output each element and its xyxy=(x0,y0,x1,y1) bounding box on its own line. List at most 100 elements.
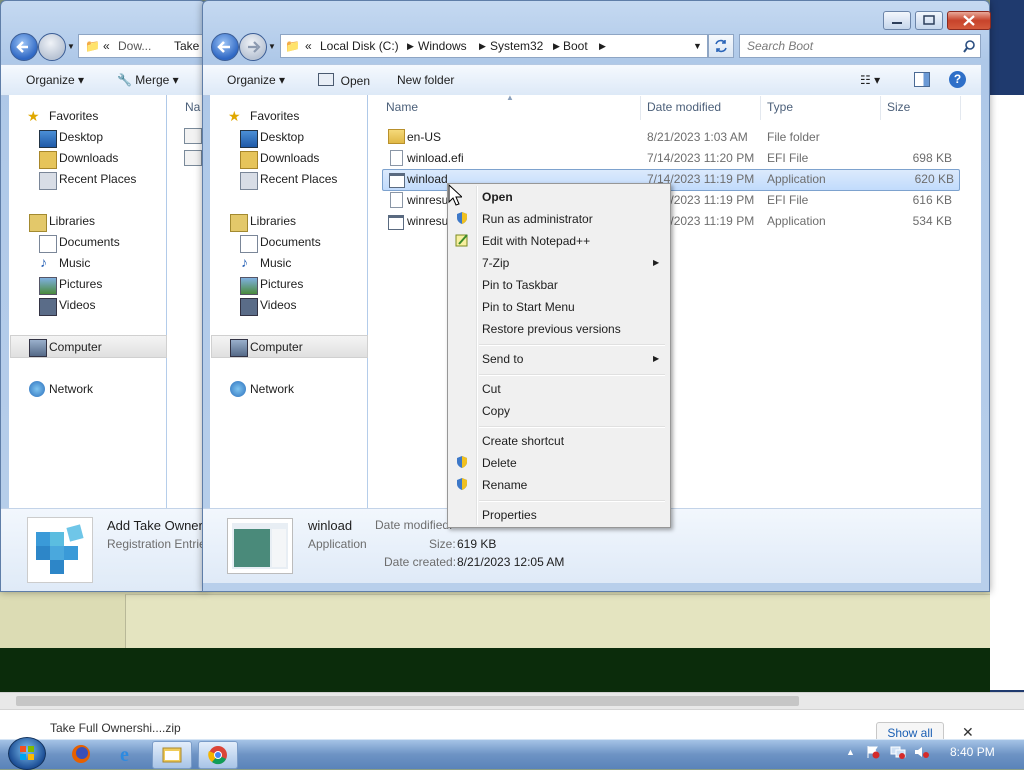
close-button[interactable] xyxy=(947,11,991,30)
browser-content-area xyxy=(0,588,990,648)
nav-libraries[interactable]: Libraries xyxy=(250,214,296,228)
menu-pin-to-taskbar[interactable]: Pin to Taskbar xyxy=(482,278,558,292)
search-box[interactable]: Search Boot xyxy=(739,34,981,58)
breadcrumb-overflow[interactable]: « xyxy=(305,39,312,53)
nav-desktop[interactable]: Desktop xyxy=(59,130,103,144)
address-dropdown-icon[interactable]: ▼ xyxy=(693,41,702,51)
horizontal-scrollbar[interactable] xyxy=(0,692,1024,710)
nav-videos[interactable]: Videos xyxy=(59,298,95,312)
open-button[interactable]: Open xyxy=(318,73,370,88)
help-icon[interactable]: ? xyxy=(949,71,966,88)
menu-pin-to-start[interactable]: Pin to Start Menu xyxy=(482,300,575,314)
nav-music[interactable]: Music xyxy=(59,256,90,270)
recent-pages-icon[interactable]: ▼ xyxy=(67,42,75,51)
menu-open[interactable]: Open xyxy=(482,190,513,204)
menu-delete[interactable]: Delete xyxy=(482,456,517,470)
nav-desktop[interactable]: Desktop xyxy=(260,130,304,144)
forward-button[interactable] xyxy=(239,33,267,61)
menu-send-to[interactable]: Send to xyxy=(482,352,523,366)
nav-pictures[interactable]: Pictures xyxy=(59,277,102,291)
file-row-en-us[interactable]: en-US 8/21/2023 1:03 AM File folder xyxy=(382,127,958,147)
nav-libraries[interactable]: Libraries xyxy=(49,214,95,228)
menu-edit-with-notepad[interactable]: Edit with Notepad++ xyxy=(482,234,590,248)
breadcrumb-take[interactable]: Take xyxy=(174,39,199,53)
column-name-back[interactable]: Na xyxy=(185,100,200,114)
breadcrumb-system32[interactable]: System32 xyxy=(490,39,543,53)
organize-button[interactable]: Organize ▾ xyxy=(227,73,285,87)
internet-explorer-taskbar-icon[interactable]: e xyxy=(108,741,146,767)
nav-network[interactable]: Network xyxy=(250,382,294,396)
network-tray-icon[interactable] xyxy=(890,745,906,759)
minimize-button[interactable] xyxy=(883,11,911,30)
nav-downloads[interactable]: Downloads xyxy=(59,151,118,165)
explorer-taskbar-icon[interactable] xyxy=(152,741,192,769)
menu-create-shortcut[interactable]: Create shortcut xyxy=(482,434,564,448)
menu-properties[interactable]: Properties xyxy=(482,508,537,522)
nav-computer[interactable]: Computer xyxy=(49,340,102,354)
action-center-flag-icon[interactable] xyxy=(866,745,880,759)
reg-file-icon[interactable] xyxy=(184,150,202,166)
menu-7zip[interactable]: 7-Zip xyxy=(482,256,509,270)
preview-pane-icon[interactable] xyxy=(914,72,930,90)
breadcrumb-overflow[interactable]: « xyxy=(103,39,110,53)
column-type[interactable]: Type xyxy=(767,100,793,114)
menu-rename[interactable]: Rename xyxy=(482,478,527,492)
nav-pictures[interactable]: Pictures xyxy=(260,277,303,291)
forward-button-back-window[interactable] xyxy=(38,33,66,61)
breadcrumb-windows[interactable]: Windows xyxy=(418,39,467,53)
column-date-modified[interactable]: Date modified xyxy=(647,100,721,114)
volume-muted-icon[interactable] xyxy=(914,745,930,759)
menu-cut[interactable]: Cut xyxy=(482,382,501,396)
file-row-winload-efi[interactable]: winload.efi 7/14/2023 11:20 PM EFI File … xyxy=(382,148,958,168)
nav-network[interactable]: Network xyxy=(49,382,93,396)
nav-videos[interactable]: Videos xyxy=(260,298,296,312)
address-bar-back[interactable]: 📁 « Dow... Take xyxy=(78,34,206,58)
download-item[interactable]: Take Full Ownershi....zip xyxy=(50,721,181,735)
generic-file-icon xyxy=(390,150,403,166)
breadcrumb-local-disk[interactable]: Local Disk (C:) xyxy=(320,39,399,53)
search-icon[interactable] xyxy=(962,39,976,53)
show-hidden-icons[interactable]: ▲ xyxy=(846,747,855,757)
new-folder-button[interactable]: New folder xyxy=(397,73,454,87)
breadcrumb-boot[interactable]: Boot xyxy=(563,39,588,53)
taskbar-clock[interactable]: 8:40 PM xyxy=(950,745,995,759)
nav-downloads[interactable]: Downloads xyxy=(260,151,319,165)
menu-run-as-administrator[interactable]: Run as administrator xyxy=(482,212,593,226)
refresh-button[interactable] xyxy=(708,34,734,58)
firefox-taskbar-icon[interactable] xyxy=(62,741,100,767)
recent-pages-icon[interactable]: ▼ xyxy=(268,42,276,51)
nav-computer[interactable]: Computer xyxy=(250,340,303,354)
organize-button-back[interactable]: Organize ▾ xyxy=(26,73,84,87)
chevron-right-icon[interactable]: ▶ xyxy=(599,41,606,52)
chevron-right-icon[interactable]: ▶ xyxy=(407,41,414,52)
menu-copy[interactable]: Copy xyxy=(482,404,510,418)
svg-text:e: e xyxy=(120,744,129,766)
nav-documents[interactable]: Documents xyxy=(260,235,321,249)
column-name[interactable]: Name xyxy=(386,100,418,114)
scrollbar-thumb[interactable] xyxy=(16,696,799,706)
menu-restore-previous-versions[interactable]: Restore previous versions xyxy=(482,322,621,336)
merge-button[interactable]: 🔧 Merge ▾ xyxy=(117,73,179,87)
folder-icon: 📁 xyxy=(85,39,100,53)
back-button-back-window[interactable] xyxy=(10,33,38,61)
reg-file-icon[interactable] xyxy=(184,128,202,144)
nav-documents[interactable]: Documents xyxy=(59,235,120,249)
view-options-icon[interactable]: ☷ ▾ xyxy=(860,73,880,87)
chevron-right-icon[interactable]: ▶ xyxy=(553,41,560,52)
chevron-right-icon[interactable]: ▶ xyxy=(479,41,486,52)
desktop-icon xyxy=(39,130,57,148)
start-button[interactable] xyxy=(8,737,46,770)
nav-recent-places[interactable]: Recent Places xyxy=(59,172,136,186)
nav-recent-places[interactable]: Recent Places xyxy=(260,172,337,186)
breadcrumb-downloads[interactable]: Dow... xyxy=(118,39,151,53)
nav-music[interactable]: Music xyxy=(260,256,291,270)
libraries-icon xyxy=(230,214,248,232)
file-name: winresu xyxy=(407,214,449,228)
chrome-taskbar-icon[interactable] xyxy=(198,741,238,769)
nav-favorites[interactable]: Favorites xyxy=(250,109,299,123)
address-bar[interactable]: 📁 « Local Disk (C:) ▶ Windows ▶ System32… xyxy=(280,34,708,58)
maximize-button[interactable] xyxy=(915,11,943,30)
back-button[interactable] xyxy=(211,33,239,61)
column-size[interactable]: Size xyxy=(887,100,910,114)
nav-favorites[interactable]: Favorites xyxy=(49,109,98,123)
